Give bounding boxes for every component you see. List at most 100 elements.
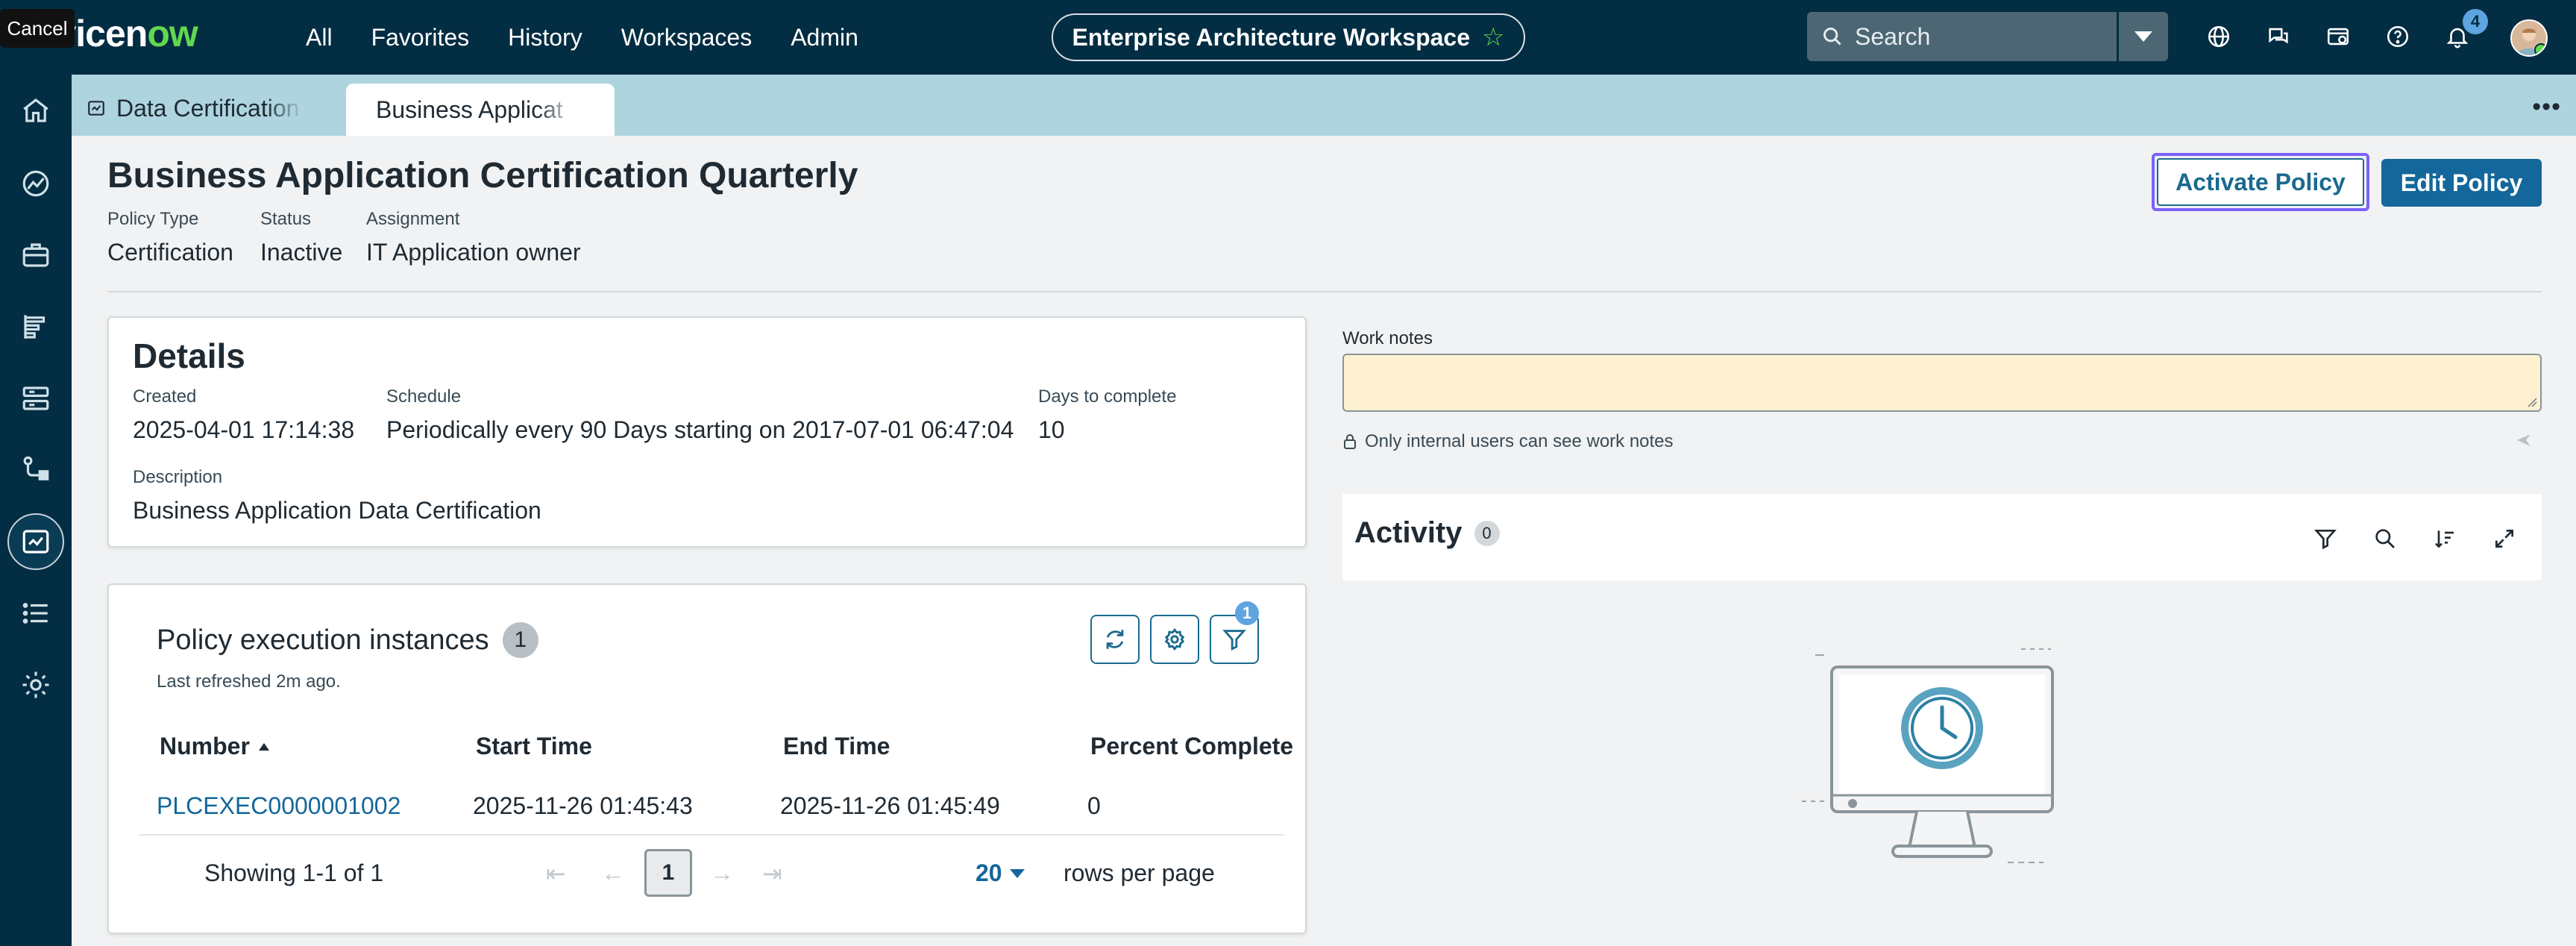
workspace-title: Enterprise Architecture Workspace	[1072, 23, 1471, 51]
field-label: Created	[133, 386, 197, 407]
tab-label: Business Applicat	[376, 95, 563, 123]
filter-icon[interactable]	[2310, 524, 2340, 554]
tab-business-application[interactable]: Business Applicat	[346, 84, 615, 136]
work-notes-label: Work notes	[1342, 328, 1433, 348]
description-field: Description Business Application Data Ce…	[133, 467, 541, 524]
help-icon[interactable]	[2381, 19, 2415, 54]
global-search-input[interactable]: Search	[1807, 12, 2117, 61]
schedule-field: Schedule Periodically every 90 Days star…	[386, 386, 1014, 444]
showing-count: Showing 1-1 of 1	[204, 859, 384, 886]
work-notes-hint-text: Only internal users can see work notes	[1365, 431, 1674, 451]
instances-count-badge: 1	[502, 622, 538, 658]
field-value: 10	[1038, 416, 1065, 443]
certification-rail-icon[interactable]	[7, 513, 64, 570]
refresh-icon	[1106, 630, 1124, 649]
list-icon[interactable]	[16, 594, 55, 633]
percent-complete-cell: 0	[1087, 792, 1101, 819]
search-scope-dropdown[interactable]	[2119, 12, 2168, 61]
nav-workspaces[interactable]: Workspaces	[621, 24, 752, 51]
next-page-icon[interactable]: →	[710, 859, 734, 887]
last-page-icon[interactable]: ⇥	[762, 859, 782, 888]
policy-type-field: Policy Type Certification	[107, 209, 233, 266]
gear-icon	[1164, 627, 1185, 651]
nav-admin[interactable]: Admin	[791, 24, 858, 51]
field-label: Schedule	[386, 386, 462, 407]
globe-icon[interactable]	[2202, 19, 2236, 54]
field-value: IT Application owner	[366, 239, 581, 266]
star-icon[interactable]: ☆	[1482, 22, 1504, 52]
sort-ascending-icon	[258, 742, 269, 751]
column-header-end-time[interactable]: End Time	[783, 733, 890, 760]
column-header-number[interactable]: Number	[160, 733, 271, 760]
nav-favorites[interactable]: Favorites	[371, 24, 470, 51]
analytics-icon[interactable]	[16, 164, 55, 203]
first-page-icon[interactable]: ⇤	[546, 859, 566, 888]
more-options-icon[interactable]: •••	[2532, 93, 2561, 122]
filter-icon	[1222, 630, 1246, 651]
refresh-button[interactable]	[1090, 615, 1140, 664]
column-header-percent-complete[interactable]: Percent Complete	[1090, 733, 1293, 760]
expand-icon[interactable]	[2489, 524, 2519, 554]
field-label: Status	[260, 209, 312, 229]
resize-handle-icon[interactable]	[2525, 395, 2537, 407]
flow-icon[interactable]	[16, 451, 55, 489]
work-notes-hint: Only internal users can see work notes	[1342, 431, 1674, 452]
tab-bar: Data Certification Business Applicat •••	[72, 75, 2576, 136]
field-label: Description	[133, 467, 223, 487]
gear-icon[interactable]	[16, 665, 55, 704]
top-navigation: rvicenow All Favorites History Workspace…	[0, 0, 2576, 75]
field-value: Inactive	[260, 239, 343, 266]
roadmap-icon[interactable]	[16, 307, 55, 346]
database-icon[interactable]	[16, 379, 55, 418]
instances-title: Policy execution instances 1	[157, 622, 538, 658]
search-icon	[1823, 28, 1841, 46]
column-header-start-time[interactable]: Start Time	[476, 733, 592, 760]
workspace-pill[interactable]: Enterprise Architecture Workspace ☆	[1052, 13, 1525, 61]
start-time-cell: 2025-11-26 01:45:43	[473, 792, 693, 819]
column-header-label: Number	[160, 733, 250, 759]
left-rail	[0, 75, 72, 946]
search-icon[interactable]	[2370, 524, 2400, 554]
workspace-switcher-icon[interactable]	[2321, 19, 2355, 54]
status-field: Status Inactive	[260, 209, 342, 266]
rows-per-page-value: 20	[976, 859, 1002, 886]
activate-policy-button[interactable]: Activate Policy	[2152, 153, 2369, 211]
briefcase-icon[interactable]	[16, 236, 55, 275]
field-value: Certification	[107, 239, 233, 266]
current-page[interactable]: 1	[644, 849, 692, 897]
instances-title-text: Policy execution instances	[157, 624, 489, 656]
empty-activity-illustration	[1797, 643, 2066, 871]
end-time-cell: 2025-11-26 01:45:49	[780, 792, 1000, 819]
field-label: Days to complete	[1038, 386, 1177, 407]
cancel-tooltip[interactable]: Cancel	[0, 9, 75, 48]
edit-policy-button[interactable]: Edit Policy	[2381, 159, 2542, 207]
field-value: Business Application Data Certification	[133, 497, 541, 524]
tab-data-certification[interactable]: Data Certification	[87, 90, 303, 127]
created-field: Created 2025-04-01 17:14:38	[133, 386, 354, 444]
search-placeholder: Search	[1855, 22, 1931, 50]
field-label: Policy Type	[107, 209, 199, 229]
main-menu: All Favorites History Workspaces Admin	[306, 0, 858, 75]
activity-title: Activity 0	[1354, 516, 1500, 550]
send-icon[interactable]	[2515, 431, 2533, 453]
field-value: 2025-04-01 17:14:38	[133, 416, 355, 443]
settings-button[interactable]	[1150, 615, 1199, 664]
rows-per-page-select[interactable]: 20	[976, 859, 1025, 887]
execution-number-link[interactable]: PLCEXEC0000001002	[157, 792, 400, 820]
activity-title-text: Activity	[1354, 516, 1463, 549]
sort-icon[interactable]	[2430, 524, 2460, 554]
previous-page-icon[interactable]: ←	[601, 859, 625, 887]
avatar[interactable]	[2510, 19, 2548, 57]
details-card: Details Created 2025-04-01 17:14:38 Sche…	[107, 316, 1307, 548]
field-label: Assignment	[366, 209, 460, 229]
chat-icon[interactable]	[2261, 19, 2296, 54]
nav-history[interactable]: History	[508, 24, 582, 51]
home-icon[interactable]	[16, 91, 55, 130]
activate-policy-label: Activate Policy	[2157, 158, 2364, 206]
lock-icon	[1344, 434, 1356, 449]
details-heading: Details	[133, 336, 245, 375]
notification-badge: 4	[2463, 9, 2488, 34]
chevron-down-icon	[1009, 868, 1025, 878]
work-notes-input[interactable]	[1342, 354, 2542, 412]
nav-all[interactable]: All	[306, 24, 333, 51]
